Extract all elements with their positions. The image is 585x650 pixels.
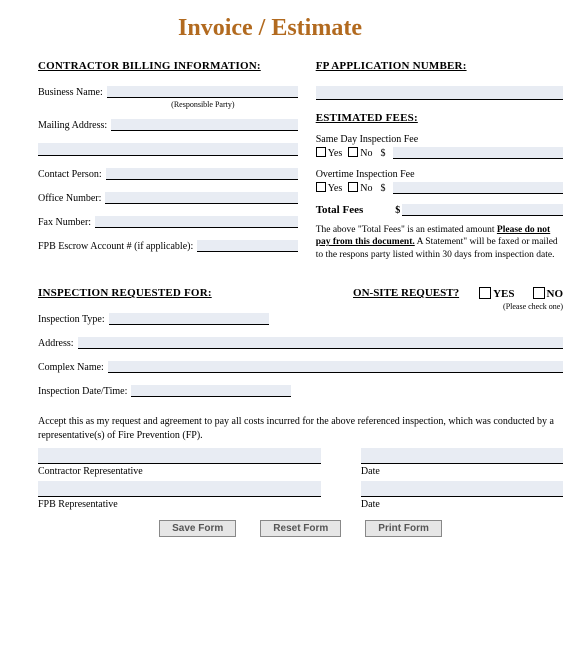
office-number-input[interactable] [105, 192, 297, 204]
fax-number-row: Fax Number: [38, 216, 298, 228]
sameday-yes-option: Yes [316, 147, 343, 159]
inspection-datetime-row: Inspection Date/Time: [38, 385, 563, 397]
two-column-layout: CONTRACTOR BILLING INFORMATION: Business… [38, 60, 563, 261]
escrow-account-input[interactable] [197, 240, 297, 252]
page-title: Invoice / Estimate [38, 15, 563, 42]
inspection-address-row: Address: [38, 337, 563, 349]
contractor-billing-heading: CONTRACTOR BILLING INFORMATION: [38, 60, 298, 72]
agreement-text: Accept this as my request and agreement … [38, 415, 563, 442]
onsite-no-option: NO [533, 287, 564, 300]
total-fees-label: Total Fees [316, 204, 394, 216]
mailing-address-line2-input[interactable] [38, 143, 298, 156]
dollar-sign: $ [393, 205, 402, 216]
contact-person-input[interactable] [106, 168, 298, 180]
onsite-request-heading: ON-SITE REQUEST? [353, 287, 459, 299]
fax-number-label: Fax Number: [38, 217, 95, 228]
contractor-rep-input[interactable] [38, 448, 321, 464]
escrow-account-label: FPB Escrow Account # (if applicable): [38, 241, 197, 252]
sameday-no-checkbox[interactable] [348, 147, 358, 157]
fp-application-number-input[interactable] [316, 86, 563, 100]
onsite-yes-option: YES [479, 287, 514, 300]
overtime-fee-row: Yes No $ [316, 182, 563, 194]
fax-number-input[interactable] [95, 216, 298, 228]
inspection-datetime-label: Inspection Date/Time: [38, 386, 131, 397]
contact-person-row: Contact Person: [38, 168, 298, 180]
fp-application-heading: FP APPLICATION NUMBER: [316, 60, 563, 72]
estimated-fees-heading: ESTIMATED FEES: [316, 112, 563, 124]
complex-name-row: Complex Name: [38, 361, 563, 373]
inspection-datetime-input[interactable] [131, 385, 291, 397]
mailing-address-input[interactable] [111, 119, 298, 131]
contractor-date-input[interactable] [361, 448, 563, 464]
sameday-fee-row: Yes No $ [316, 147, 563, 159]
onsite-helper-text: (Please check one) [353, 302, 563, 311]
application-fees-section: FP APPLICATION NUMBER: ESTIMATED FEES: S… [316, 60, 563, 261]
fpb-rep-input[interactable] [38, 481, 321, 497]
signature-row-2: FPB Representative Date [38, 481, 563, 510]
complex-name-input[interactable] [108, 361, 563, 373]
business-name-input[interactable] [107, 86, 298, 98]
inspection-onsite-strip: INSPECTION REQUESTED FOR: ON-SITE REQUES… [38, 287, 563, 311]
sameday-fee-amount-input[interactable] [393, 147, 563, 159]
onsite-request-block: ON-SITE REQUEST? YES NO (Please check on… [353, 287, 563, 311]
inspection-address-label: Address: [38, 338, 78, 349]
business-name-label: Business Name: [38, 87, 107, 98]
form-buttons: Save Form Reset Form Print Form [38, 520, 563, 537]
reset-button[interactable]: Reset Form [260, 520, 341, 537]
overtime-fee-amount-input[interactable] [393, 182, 563, 194]
business-name-sublabel: (Responsible Party) [38, 100, 298, 109]
contractor-rep-label: Contractor Representative [38, 466, 321, 477]
mailing-address-label: Mailing Address: [38, 120, 111, 131]
save-button[interactable]: Save Form [159, 520, 236, 537]
overtime-fee-label: Overtime Inspection Fee [316, 169, 563, 180]
contractor-date-label: Date [361, 466, 563, 477]
total-fees-row: Total Fees $ [316, 204, 563, 216]
disclaimer-text: The above "Total Fees" is an estimated a… [316, 224, 563, 261]
contractor-date-sig: Date [361, 448, 563, 477]
inspection-type-row: Inspection Type: [38, 313, 563, 325]
inspection-fields: Inspection Type: Address: Complex Name: … [38, 313, 563, 397]
onsite-yes-checkbox[interactable] [479, 287, 491, 299]
print-button[interactable]: Print Form [365, 520, 442, 537]
contact-person-label: Contact Person: [38, 169, 106, 180]
sameday-yes-checkbox[interactable] [316, 147, 326, 157]
complex-name-label: Complex Name: [38, 362, 108, 373]
onsite-no-checkbox[interactable] [533, 287, 545, 299]
total-fees-amount-input[interactable] [402, 204, 563, 216]
business-name-row: Business Name: [38, 86, 298, 98]
mailing-address-row: Mailing Address: [38, 119, 298, 131]
fpb-rep-label: FPB Representative [38, 499, 321, 510]
dollar-sign: $ [378, 183, 387, 194]
onsite-yn-group: YES NO [479, 287, 563, 300]
overtime-no-checkbox[interactable] [348, 182, 358, 192]
sameday-fee-label: Same Day Inspection Fee [316, 134, 563, 145]
overtime-yes-checkbox[interactable] [316, 182, 326, 192]
fpb-date-input[interactable] [361, 481, 563, 497]
inspection-type-input[interactable] [109, 313, 269, 325]
contractor-rep-sig: Contractor Representative [38, 448, 321, 477]
office-number-row: Office Number: [38, 192, 298, 204]
dollar-sign: $ [378, 148, 387, 159]
fpb-rep-sig: FPB Representative [38, 481, 321, 510]
overtime-no-option: No [348, 182, 372, 194]
signature-row-1: Contractor Representative Date [38, 448, 563, 477]
fpb-date-sig: Date [361, 481, 563, 510]
inspection-requested-heading: INSPECTION REQUESTED FOR: [38, 287, 212, 299]
invoice-form: Invoice / Estimate CONTRACTOR BILLING IN… [0, 0, 585, 547]
fpb-date-label: Date [361, 499, 563, 510]
inspection-type-label: Inspection Type: [38, 314, 109, 325]
sameday-no-option: No [348, 147, 372, 159]
contractor-billing-section: CONTRACTOR BILLING INFORMATION: Business… [38, 60, 298, 261]
escrow-account-row: FPB Escrow Account # (if applicable): [38, 240, 298, 252]
overtime-yes-option: Yes [316, 182, 343, 194]
inspection-address-input[interactable] [78, 337, 563, 349]
office-number-label: Office Number: [38, 193, 105, 204]
